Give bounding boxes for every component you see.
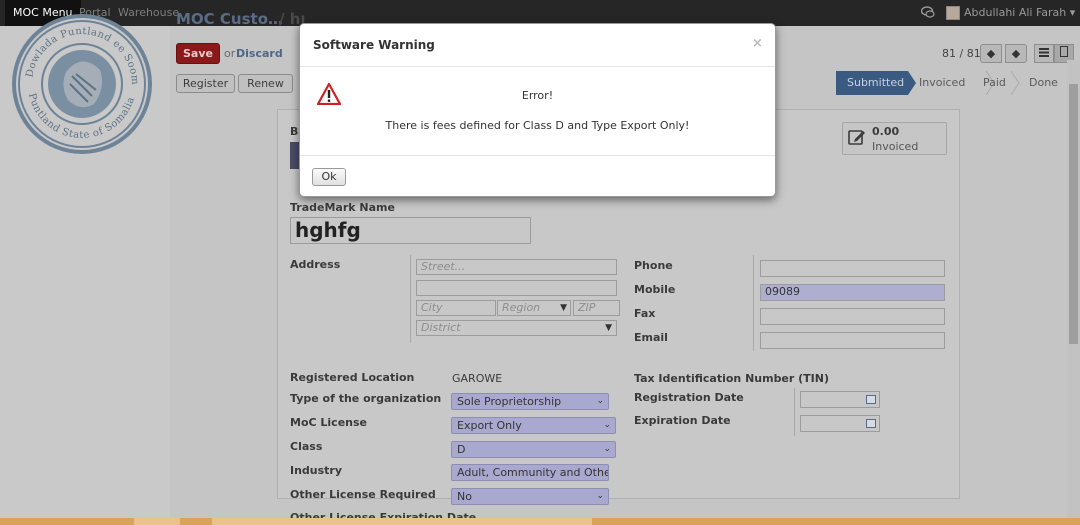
fax-label: Fax bbox=[634, 307, 656, 320]
pager-previous-button[interactable]: ◆ bbox=[980, 44, 1002, 63]
city-input[interactable]: City bbox=[416, 300, 496, 316]
pager-next-button[interactable]: ◆ bbox=[1005, 44, 1027, 63]
software-warning-dialog: Software Warning × Error! There is fees … bbox=[299, 23, 776, 197]
other-license-select[interactable]: No ⌄ bbox=[451, 488, 609, 505]
breadcrumb-parent[interactable]: MOC Custo… bbox=[176, 10, 283, 28]
expiration-date-label: Expiration Date bbox=[634, 414, 731, 427]
stage-separator bbox=[1011, 71, 1020, 95]
scrollbar-thumb[interactable] bbox=[1069, 84, 1078, 344]
calendar-icon[interactable] bbox=[866, 419, 876, 428]
dialog-message: There is fees defined for Class D and Ty… bbox=[385, 119, 690, 132]
or-text: or bbox=[224, 47, 236, 60]
org-type-select[interactable]: Sole Proprietorship ⌄ bbox=[451, 393, 609, 410]
register-button[interactable]: Register bbox=[176, 74, 235, 93]
other-license-value: No bbox=[457, 490, 472, 503]
avatar[interactable] bbox=[946, 6, 960, 20]
district-placeholder: District bbox=[421, 321, 461, 334]
industry-select[interactable]: Adult, Community and Other E▾ bbox=[451, 464, 609, 481]
dates-separator bbox=[794, 388, 795, 436]
arrow-left-icon: ◆ bbox=[986, 47, 996, 60]
tin-label: Tax Identification Number (TIN) bbox=[634, 372, 830, 385]
stage-done[interactable]: Done bbox=[1029, 71, 1058, 95]
close-icon[interactable]: × bbox=[752, 36, 763, 51]
chevron-down-icon: ⌄ bbox=[603, 444, 611, 454]
contact-separator bbox=[753, 255, 754, 351]
dialog-header-divider bbox=[300, 66, 775, 67]
registration-date-label: Registration Date bbox=[634, 391, 744, 404]
district-select[interactable]: District ▼ bbox=[416, 320, 617, 336]
chat-icon[interactable] bbox=[921, 6, 935, 19]
zip-input[interactable]: ZIP bbox=[573, 300, 620, 316]
fax-input[interactable] bbox=[760, 308, 945, 325]
arrow-right-icon: ◆ bbox=[1011, 47, 1021, 60]
email-input[interactable] bbox=[760, 332, 945, 349]
pager-counter: 81 / 81 bbox=[942, 47, 981, 60]
save-button[interactable]: Save bbox=[176, 43, 220, 64]
taskbar-item[interactable] bbox=[212, 518, 592, 525]
renew-button[interactable]: Renew bbox=[238, 74, 293, 93]
ok-button[interactable]: Ok bbox=[312, 168, 346, 186]
class-label: Class bbox=[290, 440, 323, 453]
expiration-date-input[interactable] bbox=[800, 415, 880, 432]
invoiced-amount: 0.00 bbox=[872, 125, 900, 138]
phone-input[interactable] bbox=[760, 260, 945, 277]
user-menu[interactable]: Abdullahi Ali Farah ▾ bbox=[964, 0, 1075, 25]
phone-label: Phone bbox=[634, 259, 673, 272]
taskbar-item[interactable] bbox=[134, 518, 180, 525]
dialog-title: Software Warning bbox=[313, 38, 435, 52]
region-select[interactable]: Region ▼ bbox=[497, 300, 571, 316]
trademark-label: TradeMark Name bbox=[290, 201, 395, 214]
address-label: Address bbox=[290, 258, 341, 271]
form-icon bbox=[1060, 46, 1068, 57]
registration-date-input[interactable] bbox=[800, 391, 880, 408]
moc-license-select[interactable]: Export Only ⌄ bbox=[451, 417, 616, 434]
stage-submitted[interactable]: Submitted bbox=[847, 71, 904, 95]
class-value: D bbox=[457, 443, 466, 456]
moc-license-label: MoC License bbox=[290, 416, 368, 429]
registered-location-value: GAROWE bbox=[452, 372, 503, 385]
calendar-icon[interactable] bbox=[866, 395, 876, 404]
chevron-down-icon: ▼ bbox=[605, 323, 612, 333]
mobile-input[interactable]: 09089 bbox=[760, 284, 945, 301]
industry-value: Adult, Community and Other E▾ bbox=[457, 466, 608, 479]
trademark-input[interactable]: hghfg bbox=[290, 217, 531, 244]
street-input[interactable]: Street... bbox=[416, 259, 617, 275]
class-select[interactable]: D ⌄ bbox=[451, 441, 616, 458]
list-icon bbox=[1039, 48, 1049, 57]
region-placeholder: Region bbox=[502, 301, 541, 314]
street2-input[interactable] bbox=[416, 280, 617, 296]
chevron-down-icon: ⌄ bbox=[603, 420, 611, 430]
moc-license-value: Export Only bbox=[457, 419, 522, 432]
stage-paid[interactable]: Paid bbox=[983, 71, 1006, 95]
chevron-down-icon: ⌄ bbox=[596, 491, 604, 501]
mobile-label: Mobile bbox=[634, 283, 676, 296]
other-license-label: Other License Required bbox=[290, 488, 436, 501]
industry-label: Industry bbox=[290, 464, 343, 477]
business-name-label: B bbox=[290, 125, 299, 138]
dialog-footer-divider bbox=[300, 155, 775, 156]
invoiced-label: Invoiced bbox=[872, 140, 919, 153]
registered-location-label: Registered Location bbox=[290, 371, 415, 384]
org-type-label: Type of the organization bbox=[290, 392, 442, 405]
chevron-down-icon: ▼ bbox=[560, 303, 567, 313]
list-view-button[interactable] bbox=[1034, 44, 1054, 63]
dialog-error-title: Error! bbox=[521, 89, 554, 102]
email-label: Email bbox=[634, 331, 668, 344]
address-separator bbox=[410, 255, 411, 343]
stage-invoiced[interactable]: Invoiced bbox=[919, 71, 965, 95]
pencil-square-icon bbox=[848, 130, 865, 145]
org-type-value: Sole Proprietorship bbox=[457, 395, 562, 408]
ministry-seal-logo: Dowlada Puntland ee Soomaaliya Puntland … bbox=[10, 12, 152, 154]
discard-link[interactable]: Discard bbox=[236, 47, 283, 60]
chevron-down-icon: ⌄ bbox=[596, 396, 604, 406]
